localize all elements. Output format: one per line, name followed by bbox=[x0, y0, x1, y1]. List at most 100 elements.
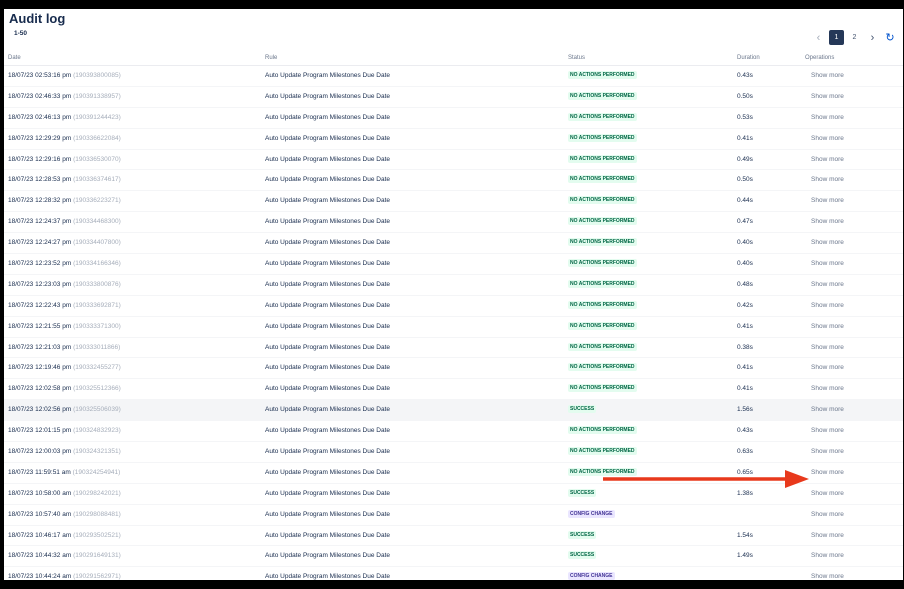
row-date: 18/07/23 02:53:16 pm (190393800085) bbox=[8, 72, 121, 79]
show-more-link[interactable]: Show more bbox=[811, 490, 844, 497]
status-badge: NO ACTIONS PERFORMED bbox=[568, 447, 637, 456]
show-more-link[interactable]: Show more bbox=[811, 448, 844, 455]
row-date: 18/07/23 02:46:13 pm (190391244423) bbox=[8, 113, 121, 121]
table-row: 18/07/23 02:46:13 pm (190391244423) Auto … bbox=[4, 108, 903, 129]
execution-id: (190291649131) bbox=[73, 552, 121, 560]
row-duration: 0.41s bbox=[737, 385, 753, 393]
status-badge: NO ACTIONS PERFORMED bbox=[568, 196, 637, 205]
pagination: ‹ 1 2 › ↻ bbox=[811, 30, 897, 45]
row-rule: Auto Update Program Milestones Due Date bbox=[265, 385, 391, 393]
show-more-link[interactable]: Show more bbox=[811, 323, 844, 330]
show-more-link[interactable]: Show more bbox=[811, 511, 844, 518]
status-badge: NO ACTIONS PERFORMED bbox=[568, 279, 637, 288]
show-more-link[interactable]: Show more bbox=[811, 176, 844, 183]
chevron-right-icon[interactable]: › bbox=[865, 30, 880, 45]
execution-id: (190293502521) bbox=[73, 531, 121, 539]
execution-id: (190324254941) bbox=[72, 468, 121, 476]
status-badge: NO ACTIONS PERFORMED bbox=[568, 217, 637, 226]
show-more-link[interactable]: Show more bbox=[811, 344, 844, 351]
row-rule: Auto Update Program Milestones Due Date bbox=[265, 113, 391, 121]
show-more-link[interactable]: Show more bbox=[811, 281, 844, 288]
row-duration: 1.54s bbox=[737, 531, 753, 539]
status-badge: NO ACTIONS PERFORMED bbox=[568, 342, 637, 351]
show-more-link[interactable]: Show more bbox=[811, 218, 844, 225]
status-badge: SUCCESS bbox=[568, 405, 597, 414]
status-badge: SUCCESS bbox=[568, 488, 597, 497]
refresh-icon[interactable]: ↻ bbox=[883, 30, 897, 45]
row-rule: Auto Update Program Milestones Due Date bbox=[265, 573, 391, 580]
execution-id: (190298088481) bbox=[73, 510, 121, 518]
show-more-link[interactable]: Show more bbox=[811, 532, 844, 539]
execution-id: (190333011866) bbox=[73, 343, 121, 351]
row-duration: 0.41s bbox=[737, 134, 753, 142]
row-rule: Auto Update Program Milestones Due Date bbox=[265, 322, 391, 330]
status-badge: NO ACTIONS PERFORMED bbox=[568, 300, 637, 309]
table-row: 18/07/23 12:21:55 pm (190333371300) Auto … bbox=[4, 317, 903, 338]
show-more-link[interactable]: Show more bbox=[811, 385, 844, 392]
row-date: 18/07/23 11:59:51 am (190324254941) bbox=[8, 468, 121, 476]
row-rule: Auto Update Program Milestones Due Date bbox=[265, 552, 391, 560]
row-date: 18/07/23 12:21:03 pm (190333011866) bbox=[8, 343, 121, 351]
column-header-operations: Operations bbox=[805, 55, 835, 61]
row-date: 18/07/23 12:24:27 pm (190334407800) bbox=[8, 239, 121, 247]
show-more-link[interactable]: Show more bbox=[811, 260, 844, 267]
show-more-link[interactable]: Show more bbox=[811, 552, 844, 559]
execution-id: (190333800876) bbox=[73, 280, 121, 288]
status-badge: NO ACTIONS PERFORMED bbox=[568, 259, 637, 268]
execution-id: (190325512366) bbox=[73, 385, 121, 393]
show-more-link[interactable]: Show more bbox=[811, 406, 844, 413]
row-rule: Auto Update Program Milestones Due Date bbox=[265, 364, 391, 372]
row-date: 18/07/23 02:46:33 pm (190391338957) bbox=[8, 92, 121, 100]
table-row: 18/07/23 12:01:15 pm (190324832923) Auto … bbox=[4, 421, 903, 443]
row-rule: Auto Update Program Milestones Due Date bbox=[265, 134, 391, 142]
execution-id: (190333692871) bbox=[73, 301, 121, 309]
show-more-link[interactable]: Show more bbox=[811, 302, 844, 309]
table-row: 18/07/23 12:28:32 pm (190336223271) Auto … bbox=[4, 191, 903, 213]
table-row: 18/07/23 12:24:27 pm (190334407800) Auto … bbox=[4, 233, 903, 255]
row-rule: Auto Update Program Milestones Due Date bbox=[265, 197, 391, 205]
status-badge: NO ACTIONS PERFORMED bbox=[568, 91, 637, 100]
row-rule: Auto Update Program Milestones Due Date bbox=[265, 260, 391, 268]
show-more-link[interactable]: Show more bbox=[811, 469, 844, 476]
row-date: 18/07/23 12:19:46 pm (190332455277) bbox=[8, 364, 121, 372]
row-duration: 0.38s bbox=[737, 343, 753, 351]
row-rule: Auto Update Program Milestones Due Date bbox=[265, 239, 391, 247]
show-more-link[interactable]: Show more bbox=[811, 135, 844, 142]
show-more-link[interactable]: Show more bbox=[811, 427, 844, 434]
chevron-left-icon[interactable]: ‹ bbox=[811, 30, 826, 45]
column-header-rule: Rule bbox=[265, 55, 278, 61]
status-badge: NO ACTIONS PERFORMED bbox=[568, 363, 637, 372]
row-date: 18/07/23 12:28:53 pm (190336374617) bbox=[8, 176, 121, 184]
row-date: 18/07/23 12:01:15 pm (190324832923) bbox=[8, 427, 121, 435]
show-more-link[interactable]: Show more bbox=[811, 156, 844, 163]
show-more-link[interactable]: Show more bbox=[811, 573, 844, 580]
table-row: 18/07/23 02:53:16 pm (190393800085) Auto … bbox=[4, 66, 903, 87]
page-title: Audit log bbox=[9, 11, 66, 26]
table-row: 18/07/23 12:02:56 pm (190325506039) Auto … bbox=[4, 400, 903, 422]
show-more-link[interactable]: Show more bbox=[811, 93, 844, 100]
page-button-1[interactable]: 1 bbox=[829, 30, 844, 45]
table-row: 18/07/23 10:57:40 am (190298088481) Auto … bbox=[4, 505, 903, 526]
status-badge: CONFIG CHANGE bbox=[568, 572, 615, 580]
row-duration: 0.44s bbox=[737, 197, 753, 205]
execution-id: (190336223271) bbox=[73, 197, 121, 205]
row-rule: Auto Update Program Milestones Due Date bbox=[265, 343, 391, 351]
table-row: 18/07/23 12:28:53 pm (190336374617) Auto … bbox=[4, 170, 903, 192]
show-more-link[interactable]: Show more bbox=[811, 239, 844, 246]
table-row: 18/07/23 12:29:16 pm (190336530070) Auto … bbox=[4, 150, 903, 171]
column-header-status: Status bbox=[568, 55, 586, 61]
table-row: 18/07/23 12:00:03 pm (190324321351) Auto … bbox=[4, 442, 903, 463]
row-date: 18/07/23 12:22:43 pm (190333692871) bbox=[8, 301, 121, 309]
execution-id: (190291562971) bbox=[73, 573, 121, 580]
execution-id: (190336530070) bbox=[73, 155, 121, 163]
page-button-2[interactable]: 2 bbox=[847, 30, 862, 45]
show-more-link[interactable]: Show more bbox=[811, 72, 844, 79]
row-duration: 0.41s bbox=[737, 322, 753, 330]
row-date: 18/07/23 10:57:40 am (190298088481) bbox=[8, 510, 121, 518]
annotation-arrow bbox=[603, 470, 809, 488]
status-badge: NO ACTIONS PERFORMED bbox=[568, 238, 637, 247]
show-more-link[interactable]: Show more bbox=[811, 114, 844, 121]
show-more-link[interactable]: Show more bbox=[811, 197, 844, 204]
show-more-link[interactable]: Show more bbox=[811, 364, 844, 371]
table-row: 18/07/23 10:44:24 am (190291562971) Auto … bbox=[4, 567, 903, 580]
